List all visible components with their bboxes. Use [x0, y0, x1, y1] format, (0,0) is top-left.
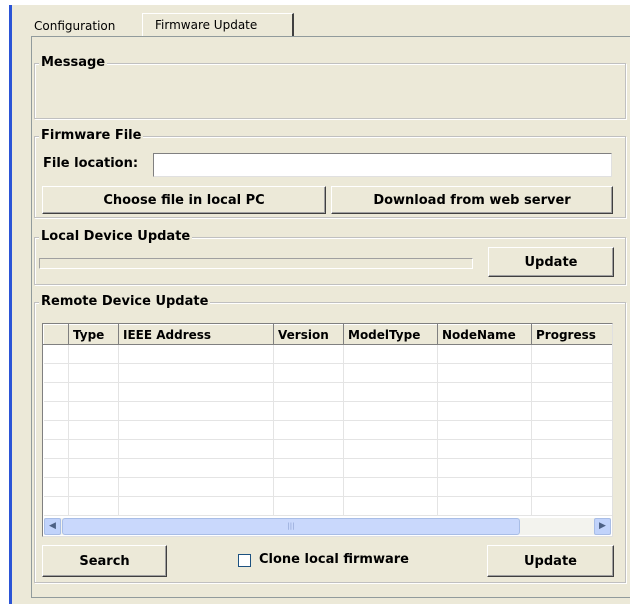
table-row[interactable] [43, 382, 612, 402]
table-row[interactable] [43, 458, 612, 478]
remote-update-legend: Remote Device Update [39, 294, 211, 310]
message-group: Message [34, 55, 626, 119]
tab-firmware-update[interactable]: Firmware Update [142, 13, 294, 37]
window-frame: Configuration Firmware Update Message Fi… [9, 5, 630, 604]
file-location-input[interactable] [153, 153, 612, 177]
message-legend: Message [39, 55, 108, 71]
tab-configuration[interactable]: Configuration [24, 16, 142, 37]
remote-devices-table: Type IEEE Address Version ModelType Node… [43, 324, 612, 516]
download-web-server-button[interactable]: Download from web server [331, 186, 613, 214]
remote-update-button[interactable]: Update [487, 545, 614, 577]
scrollbar-thumb[interactable]: ||| [62, 518, 520, 535]
scroll-left-icon[interactable]: ◀ [44, 518, 61, 535]
table-row[interactable] [43, 401, 612, 421]
remote-update-group: Remote Device Update Type IEEE Address V… [34, 294, 626, 583]
column-header-node-name[interactable]: NodeName [437, 324, 532, 345]
column-header-type[interactable]: Type [68, 324, 119, 345]
column-header-progress[interactable]: Progress [531, 324, 612, 345]
column-header-ieee-address[interactable]: IEEE Address [118, 324, 274, 345]
search-button[interactable]: Search [42, 545, 167, 577]
firmware-file-legend: Firmware File [39, 128, 144, 144]
file-location-label: File location: [43, 156, 139, 171]
choose-local-file-button[interactable]: Choose file in local PC [42, 186, 326, 214]
local-update-legend: Local Device Update [39, 229, 193, 245]
remote-devices-grid[interactable]: Type IEEE Address Version ModelType Node… [42, 323, 613, 537]
scroll-right-icon[interactable]: ▶ [594, 518, 611, 535]
local-update-group: Local Device Update Update [34, 229, 626, 285]
clone-local-firmware-label[interactable]: Clone local firmware [259, 552, 409, 567]
table-header-row: Type IEEE Address Version ModelType Node… [43, 324, 612, 345]
table-row[interactable] [43, 363, 612, 383]
local-update-button[interactable]: Update [488, 247, 614, 277]
table-row[interactable] [43, 477, 612, 497]
firmware-update-panel: Message Firmware File File location: Cho… [31, 36, 630, 598]
table-row[interactable] [43, 439, 612, 459]
column-header-model-type[interactable]: ModelType [343, 324, 438, 345]
table-row[interactable] [43, 344, 612, 364]
horizontal-scrollbar[interactable]: ◀ ||| ▶ [44, 518, 611, 535]
column-header-selector[interactable] [43, 324, 69, 345]
column-header-version[interactable]: Version [273, 324, 344, 345]
table-row[interactable] [43, 420, 612, 440]
firmware-file-group: Firmware File File location: Choose file… [34, 128, 626, 218]
local-update-progress-bar [39, 258, 473, 269]
clone-local-firmware-checkbox[interactable] [238, 554, 251, 567]
table-row[interactable] [43, 496, 612, 516]
